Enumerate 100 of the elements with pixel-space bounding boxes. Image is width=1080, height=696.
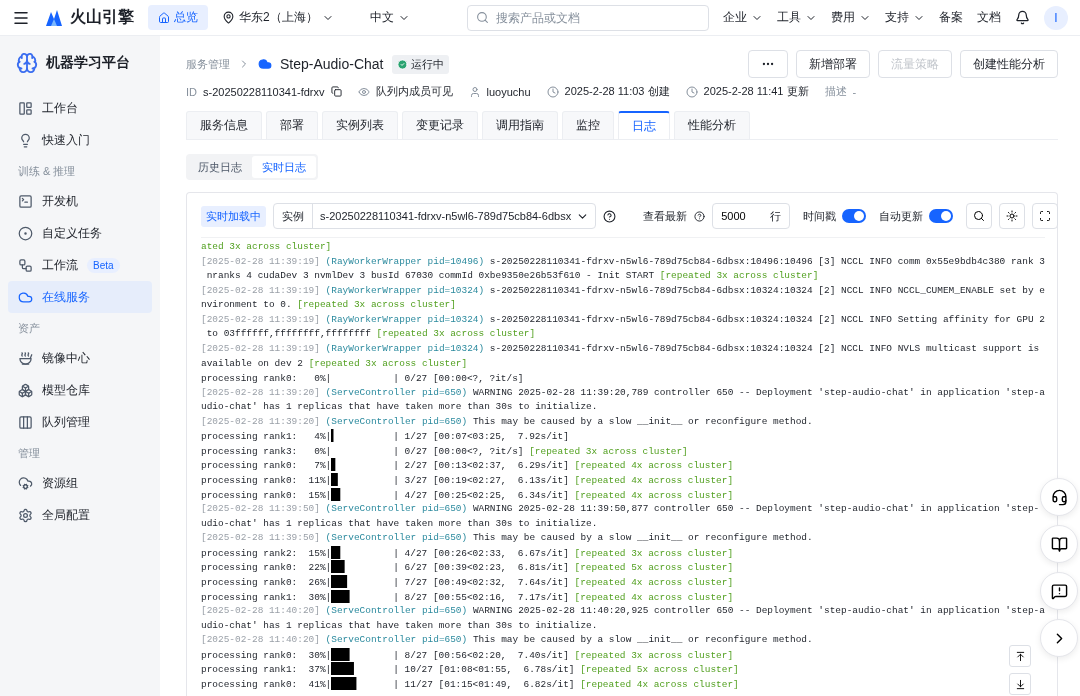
eye-icon	[357, 85, 370, 98]
sidebar-item[interactable]: 全局配置	[8, 499, 152, 531]
nav-menu[interactable]: 企业	[723, 9, 763, 26]
progress-status: | 7/27 [00:49<02:32, 7.64s/it]	[393, 576, 569, 588]
tab[interactable]: 日志	[618, 111, 670, 139]
tab[interactable]: 调用指南	[482, 111, 558, 139]
repeat-note: [repeated 4x across cluster]	[574, 460, 734, 472]
user-icon	[468, 85, 481, 98]
scroll-bottom-button[interactable]	[1009, 673, 1031, 695]
section-heading: 管理	[17, 446, 41, 461]
language-selector[interactable]: 中文	[369, 9, 410, 26]
headset-icon	[1050, 488, 1068, 506]
progress-label: processing rank0: 11%|	[201, 475, 332, 486]
sidebar-item[interactable]: 工作台	[8, 92, 152, 124]
progress-label: processing rank0: 41%|	[201, 678, 332, 690]
progress-status: | 6/27 [00:39<02:23, 6.81s/it]	[393, 562, 569, 574]
log-tab[interactable]: 实时日志	[252, 156, 316, 178]
sidebar-item[interactable]: 模型仓库	[8, 374, 152, 406]
log-source: (ServeController pid=650)	[325, 503, 468, 515]
search-button[interactable]	[966, 203, 993, 229]
sidebar-item[interactable]: 快速入门	[8, 124, 152, 156]
nav-menu[interactable]: 文档	[977, 9, 1001, 26]
tab[interactable]: 性能分析	[674, 111, 750, 139]
sun-icon	[1006, 210, 1019, 222]
section-heading: 训练 & 推理	[17, 164, 77, 179]
log-timestamp: [2025-02-28 11:39:20]	[201, 386, 320, 398]
arrow-down-icon	[1014, 678, 1026, 690]
repeat-note: [repeated 5x across cluster]	[574, 562, 734, 574]
action-button[interactable]: 创建性能分析	[960, 50, 1058, 78]
log-source: (RayWorkerWrapper pid=10324)	[325, 284, 485, 296]
sidebar-item[interactable]: 队列管理	[8, 406, 152, 438]
progress-label: processing rank0: 15%|	[201, 489, 332, 501]
nav-menu[interactable]: 支持	[885, 9, 925, 26]
log-timestamp: [2025-02-28 11:39:50]	[201, 532, 320, 544]
log-timestamp: [2025-02-28 11:39:19]	[201, 284, 320, 296]
log-source: (RayWorkerWrapper pid=10324)	[325, 342, 485, 354]
log-message: available on dev 2	[201, 357, 303, 369]
notification-bell-icon[interactable]	[1015, 10, 1030, 25]
tab[interactable]: 部署	[266, 111, 318, 139]
help-icon[interactable]	[694, 210, 706, 222]
search-field[interactable]: 搜索产品或文档	[467, 4, 709, 31]
log-source: (ServeController pid=650)	[325, 415, 468, 427]
log-timestamp: [2025-02-28 11:40:20]	[201, 605, 320, 617]
log-message: to 03ffffff,ffffffff,ffffffff	[205, 328, 371, 340]
help-icon[interactable]	[603, 209, 617, 223]
repeat-note: [repeated 5x across cluster]	[580, 664, 739, 676]
progress-status: | 0/27 [00:00<?, ?it/s]	[393, 373, 524, 385]
support-button[interactable]	[1040, 478, 1078, 516]
log-source: (ServeController pid=650)	[325, 605, 468, 617]
fullscreen-button[interactable]	[1032, 203, 1059, 229]
instance-label: 实例	[274, 204, 313, 228]
arrow-up-icon	[1014, 650, 1026, 662]
log-source: (ServeController pid=650)	[325, 532, 468, 544]
progress-status: | 10/27 [01:08<01:55, 6.78s/it]	[393, 664, 575, 676]
nav-menu[interactable]: 备案	[939, 9, 963, 26]
docs-button[interactable]	[1040, 525, 1078, 563]
log-tab[interactable]: 历史日志	[188, 156, 252, 178]
instance-select[interactable]: s-20250228110341-fdrxv-n5wl6-789d75cb84-6dbsx	[313, 209, 596, 223]
progress-label: processing rank0: 22%|	[201, 562, 332, 574]
home-icon	[158, 11, 170, 24]
status-badge: 运行中	[391, 54, 449, 74]
action-button[interactable]: 新增部署	[796, 50, 870, 78]
log-source: (ServeController pid=650)	[325, 634, 468, 646]
sidebar-item[interactable]: 自定义任务	[8, 217, 152, 249]
log-message: This may be caused by a slow __init__ or reconfigure method.	[472, 634, 813, 646]
nav-menu[interactable]: 工具	[777, 9, 817, 26]
toggle-switch[interactable]	[842, 209, 867, 223]
progress-status: | 1/27 [00:07<03:25, 7.92s/it]	[393, 431, 569, 443]
tab[interactable]: 实例列表	[322, 111, 398, 139]
tab[interactable]: 监控	[562, 111, 614, 139]
columns-icon	[18, 414, 33, 430]
sidebar-item[interactable]: 镜像中心	[8, 342, 152, 374]
boxes-icon	[18, 382, 33, 398]
repeat-note: ated 3x across cluster]	[201, 241, 332, 252]
sidebar-item[interactable]: 资源组	[8, 467, 152, 499]
log-timestamp: [2025-02-28 11:39:19]	[201, 313, 320, 325]
tab[interactable]: 变更记录	[402, 111, 478, 139]
workflow-icon	[18, 257, 33, 273]
breadcrumb-link[interactable]: 服务管理	[186, 56, 230, 72]
progress-label: processing rank0: 30%|	[201, 649, 332, 661]
log-timestamp: [2025-02-28 11:39:20]	[201, 415, 320, 427]
log-timestamp: [2025-02-28 11:39:19]	[201, 255, 320, 267]
toggle-switch[interactable]	[929, 209, 954, 223]
nav-menu[interactable]: 费用	[831, 9, 871, 26]
copy-icon[interactable]	[330, 86, 342, 97]
sidebar-item[interactable]: 工作流 Beta	[8, 249, 152, 281]
progress-status: | 3/27 [00:19<02:27, 6.13s/it]	[393, 475, 569, 486]
bowl-icon	[18, 350, 33, 366]
sidebar-item[interactable]: 开发机	[8, 185, 152, 217]
layout-icon	[18, 100, 33, 116]
repeat-note: [repeated 3x across cluster]	[308, 357, 468, 369]
user-avatar[interactable]: I	[1044, 5, 1068, 30]
region-selector[interactable]: 华东2（上海）	[222, 9, 334, 26]
sidebar-item[interactable]: 在线服务	[8, 281, 152, 313]
toggle-label: 自动更新	[879, 208, 924, 224]
scroll-top-button[interactable]	[1009, 645, 1031, 667]
home-button[interactable]: 总览	[148, 5, 208, 30]
theme-button[interactable]	[999, 203, 1026, 229]
log-source: (ServeController pid=650)	[325, 386, 468, 398]
tab[interactable]: 服务信息	[186, 111, 262, 139]
